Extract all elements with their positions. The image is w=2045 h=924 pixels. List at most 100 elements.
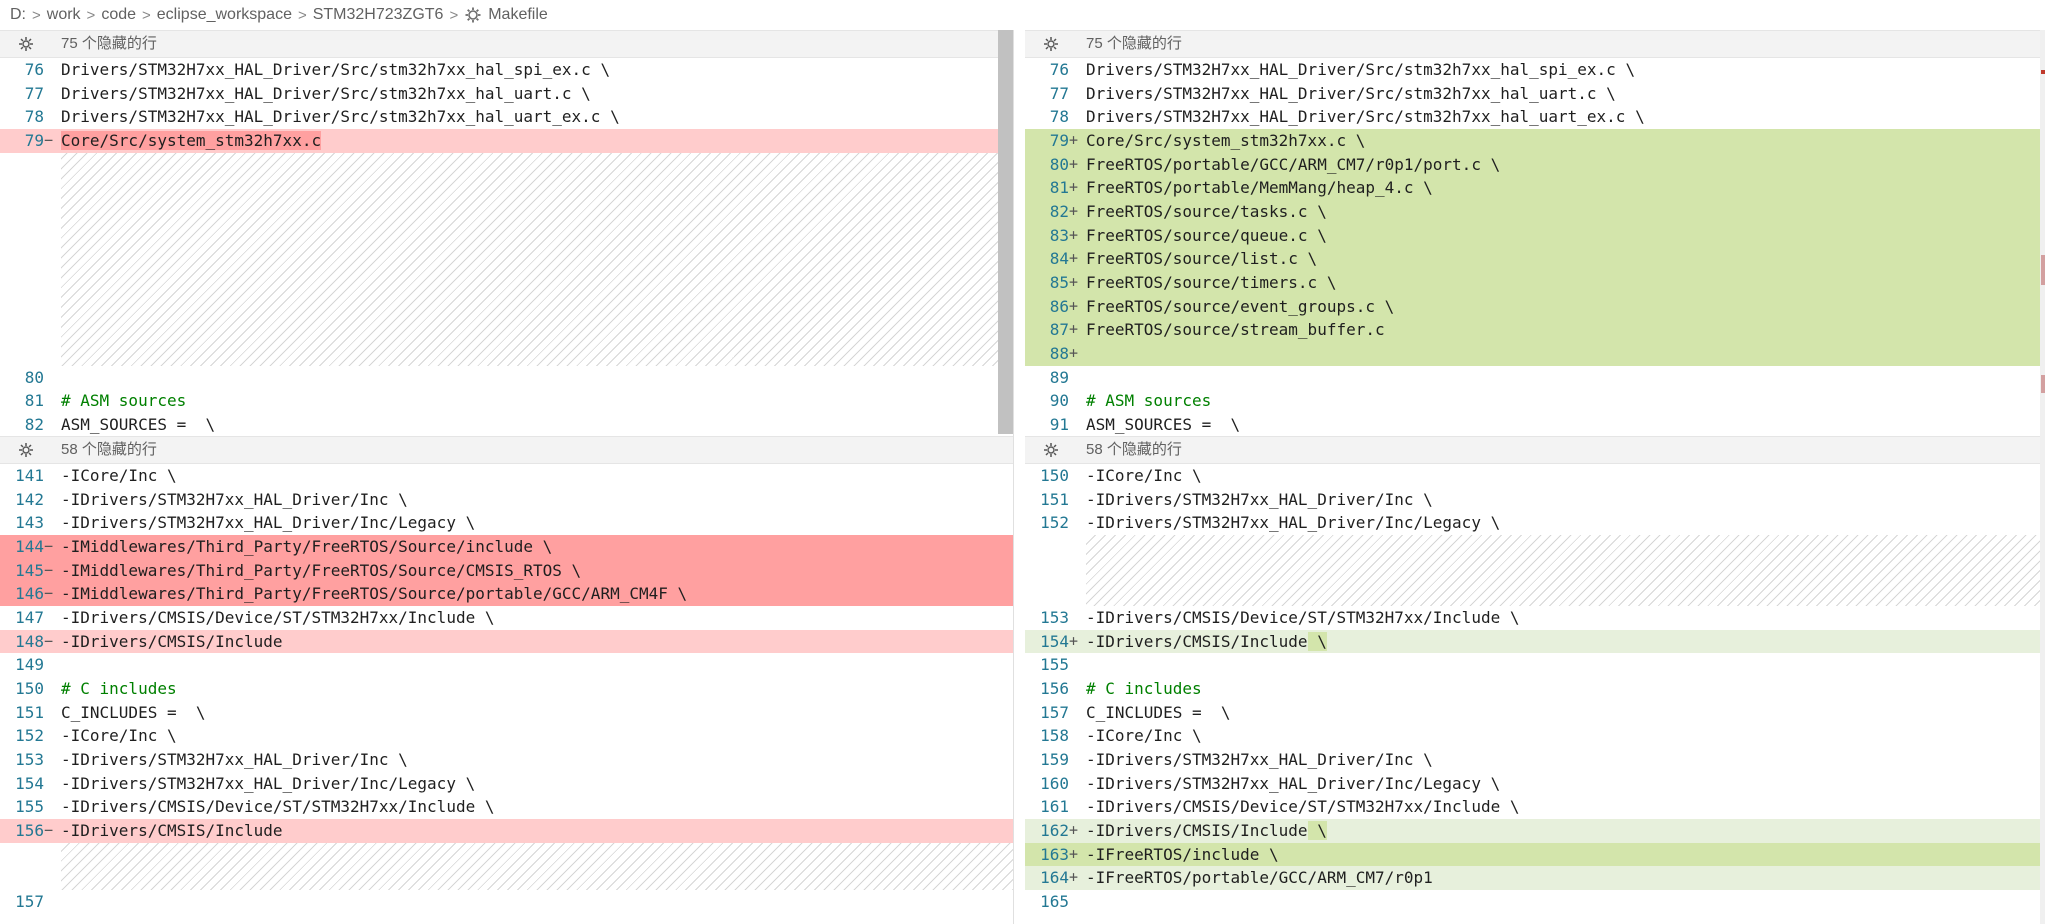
diff-line[interactable]: 82 ASM_SOURCES = \ [0, 413, 1013, 436]
diff-line[interactable]: 154 + -IDrivers/CMSIS/Include \ [1025, 629, 2045, 654]
diff-line[interactable]: 79 + Core/Src/system_stm32h7xx.c \ [1025, 129, 2045, 153]
diff-line[interactable]: 84 + FreeRTOS/source/list.c \ [1025, 247, 2045, 272]
code-text[interactable]: -ICore/Inc \ [1086, 464, 2045, 488]
code-text[interactable]: -IDrivers/CMSIS/Include [61, 630, 1013, 654]
diff-line[interactable]: 163 + -IFreeRTOS/include \ [1025, 842, 2045, 867]
diff-line[interactable]: 81 + FreeRTOS/portable/MemMang/heap_4.c \ [1025, 176, 2045, 200]
diff-line[interactable]: 77 Drivers/STM32H7xx_HAL_Driver/Src/stm32… [1025, 82, 2045, 106]
diff-line[interactable]: 158 -ICore/Inc \ [1025, 724, 2045, 748]
code-text[interactable]: -IFreeRTOS/portable/GCC/ARM_CM7/r0p1 [1086, 866, 2045, 890]
breadcrumb-eclipse-workspace[interactable]: eclipse_workspace [157, 6, 292, 24]
diff-line[interactable]: 157 C_INCLUDES = \ [1025, 701, 2045, 725]
diff-line[interactable]: 150 # C includes [0, 677, 1013, 701]
code-text[interactable]: -IDrivers/CMSIS/Device/ST/STM32H7xx/Incl… [1086, 795, 2045, 819]
diff-line[interactable]: 91 ASM_SOURCES = \ [1025, 413, 2045, 436]
diff-line[interactable]: 89 [1025, 366, 2045, 390]
diff-splitter[interactable] [1013, 30, 1025, 924]
code-text[interactable]: FreeRTOS/source/timers.c \ [1086, 271, 2045, 295]
diff-line[interactable]: 150 -ICore/Inc \ [1025, 464, 2045, 488]
diff-line[interactable]: 85 + FreeRTOS/source/timers.c \ [1025, 271, 2045, 295]
code-text[interactable]: Core/Src/system_stm32h7xx.c [61, 129, 1013, 153]
diff-line[interactable]: 155 -IDrivers/CMSIS/Device/ST/STM32H7xx/I… [0, 795, 1013, 819]
hidden-lines-bar[interactable]: 58 个隐藏的行 [0, 436, 1013, 464]
diff-line[interactable]: 148− -IDrivers/CMSIS/Include [0, 629, 1013, 654]
code-text[interactable]: -ICore/Inc \ [61, 724, 1013, 748]
code-text[interactable]: FreeRTOS/source/list.c \ [1086, 247, 2045, 271]
diff-line[interactable]: 88 + [1025, 342, 2045, 366]
code-text[interactable]: C_INCLUDES = \ [1086, 701, 2045, 725]
unfold-gear-icon[interactable] [1041, 31, 1061, 57]
code-text[interactable]: Drivers/STM32H7xx_HAL_Driver/Src/stm32h7… [61, 82, 1013, 106]
overview-ruler[interactable] [2040, 30, 2045, 924]
code-text[interactable]: # C includes [1086, 677, 2045, 701]
diff-line[interactable]: 83 + FreeRTOS/source/queue.c \ [1025, 223, 2045, 248]
code-text[interactable]: -IDrivers/STM32H7xx_HAL_Driver/Inc \ [61, 488, 1013, 512]
hidden-lines-bar[interactable]: 58 个隐藏的行 [1025, 436, 2045, 464]
code-text[interactable]: FreeRTOS/source/event_groups.c \ [1086, 295, 2045, 319]
code-text[interactable]: FreeRTOS/portable/MemMang/heap_4.c \ [1086, 176, 2045, 200]
code-text[interactable]: Drivers/STM32H7xx_HAL_Driver/Src/stm32h7… [61, 58, 1013, 82]
diff-line[interactable]: 143 -IDrivers/STM32H7xx_HAL_Driver/Inc/Le… [0, 511, 1013, 535]
diff-line[interactable]: 164 + -IFreeRTOS/portable/GCC/ARM_CM7/r0p1 [1025, 866, 2045, 891]
diff-line[interactable]: 159 -IDrivers/STM32H7xx_HAL_Driver/Inc \ [1025, 748, 2045, 772]
code-text[interactable]: C_INCLUDES = \ [61, 701, 1013, 725]
left-bottom-editor[interactable]: 58 个隐藏的行 141 -ICore/Inc \ 142 -IDrivers/STM3… [0, 436, 1013, 924]
diff-line[interactable]: 80 + FreeRTOS/portable/GCC/ARM_CM7/r0p1/po… [1025, 152, 2045, 177]
diff-line[interactable]: 156 # C includes [1025, 677, 2045, 701]
code-text[interactable]: -IDrivers/STM32H7xx_HAL_Driver/Inc/Legac… [61, 772, 1013, 796]
diff-line[interactable]: 149 [0, 653, 1013, 677]
diff-line[interactable]: 141 -ICore/Inc \ [0, 464, 1013, 488]
code-text[interactable]: -IDrivers/STM32H7xx_HAL_Driver/Inc \ [1086, 488, 2045, 512]
code-text[interactable]: ASM_SOURCES = \ [1086, 413, 2045, 436]
breadcrumb-work[interactable]: work [47, 6, 81, 24]
code-text[interactable]: # ASM sources [61, 389, 1013, 413]
diff-line[interactable]: 147 -IDrivers/CMSIS/Device/ST/STM32H7xx/I… [0, 606, 1013, 630]
diff-line[interactable]: 157 [0, 890, 1013, 914]
diff-line[interactable]: 152 -IDrivers/STM32H7xx_HAL_Driver/Inc/Le… [1025, 511, 2045, 535]
diff-line[interactable]: 151 C_INCLUDES = \ [0, 701, 1013, 725]
diff-line[interactable]: 78 Drivers/STM32H7xx_HAL_Driver/Src/stm32… [1025, 105, 2045, 129]
code-text[interactable]: Drivers/STM32H7xx_HAL_Driver/Src/stm32h7… [1086, 82, 2045, 106]
code-text[interactable]: -IDrivers/STM32H7xx_HAL_Driver/Inc/Legac… [1086, 511, 2045, 535]
diff-line[interactable]: 90 # ASM sources [1025, 389, 2045, 413]
diff-line[interactable]: 155 [1025, 653, 2045, 677]
code-text[interactable]: -IDrivers/CMSIS/Include \ [1086, 819, 2045, 843]
hidden-lines-bar[interactable]: 75 个隐藏的行 [0, 30, 1013, 58]
breadcrumb-code[interactable]: code [101, 6, 136, 24]
right-bottom-editor[interactable]: 58 个隐藏的行 150 -ICore/Inc \ 151 -IDrivers/STM3… [1025, 436, 2045, 924]
hidden-lines-label[interactable]: 58 个隐藏的行 [61, 437, 157, 463]
diff-line[interactable]: 161 -IDrivers/CMSIS/Device/ST/STM32H7xx/I… [1025, 795, 2045, 819]
unfold-gear-icon[interactable] [1041, 437, 1061, 463]
code-text[interactable]: FreeRTOS/portable/GCC/ARM_CM7/r0p1/port.… [1086, 153, 2045, 177]
code-text[interactable]: -IDrivers/STM32H7xx_HAL_Driver/Inc \ [61, 748, 1013, 772]
diff-line[interactable]: 76 Drivers/STM32H7xx_HAL_Driver/Src/stm32… [1025, 58, 2045, 82]
code-text[interactable]: -IMiddlewares/Third_Party/FreeRTOS/Sourc… [61, 582, 1013, 606]
code-text[interactable]: FreeRTOS/source/stream_buffer.c [1086, 318, 2045, 342]
diff-line[interactable]: 152 -ICore/Inc \ [0, 724, 1013, 748]
diff-line[interactable]: 86 + FreeRTOS/source/event_groups.c \ [1025, 294, 2045, 319]
breadcrumb-drive[interactable]: D: [10, 6, 26, 24]
diff-line[interactable]: 77 Drivers/STM32H7xx_HAL_Driver/Src/stm32… [0, 82, 1013, 106]
code-text[interactable]: -IMiddlewares/Third_Party/FreeRTOS/Sourc… [61, 535, 1013, 559]
right-top-editor[interactable]: 75 个隐藏的行 76 Drivers/STM32H7xx_HAL_Driver/S… [1025, 30, 2045, 436]
diff-line[interactable]: 80 [0, 366, 1013, 390]
diff-line[interactable]: 145− -IMiddlewares/Third_Party/FreeRTOS/S… [0, 558, 1013, 583]
code-text[interactable]: -IDrivers/STM32H7xx_HAL_Driver/Inc \ [1086, 748, 2045, 772]
code-text[interactable]: FreeRTOS/source/queue.c \ [1086, 224, 2045, 248]
diff-line[interactable]: 76 Drivers/STM32H7xx_HAL_Driver/Src/stm32… [0, 58, 1013, 82]
diff-line[interactable]: 146− -IMiddlewares/Third_Party/FreeRTOS/S… [0, 582, 1013, 606]
code-text[interactable]: -IDrivers/STM32H7xx_HAL_Driver/Inc/Legac… [61, 511, 1013, 535]
code-text[interactable]: ASM_SOURCES = \ [61, 413, 1013, 436]
code-text[interactable]: -IDrivers/STM32H7xx_HAL_Driver/Inc/Legac… [1086, 772, 2045, 796]
code-text[interactable]: # ASM sources [1086, 389, 2045, 413]
code-text[interactable]: # C includes [61, 677, 1013, 701]
code-text[interactable]: Drivers/STM32H7xx_HAL_Driver/Src/stm32h7… [61, 105, 1013, 129]
diff-line[interactable]: 162 + -IDrivers/CMSIS/Include \ [1025, 819, 2045, 843]
diff-line[interactable]: 81 # ASM sources [0, 389, 1013, 413]
diff-line[interactable]: 160 -IDrivers/STM32H7xx_HAL_Driver/Inc/Le… [1025, 772, 2045, 796]
diff-line[interactable]: 87 + FreeRTOS/source/stream_buffer.c [1025, 318, 2045, 343]
diff-line[interactable]: 154 -IDrivers/STM32H7xx_HAL_Driver/Inc/Le… [0, 772, 1013, 796]
unfold-gear-icon[interactable] [16, 437, 36, 463]
code-text[interactable]: -IDrivers/CMSIS/Device/ST/STM32H7xx/Incl… [61, 606, 1013, 630]
left-top-editor[interactable]: 75 个隐藏的行 76 Drivers/STM32H7xx_HAL_Driver/S… [0, 30, 1013, 436]
